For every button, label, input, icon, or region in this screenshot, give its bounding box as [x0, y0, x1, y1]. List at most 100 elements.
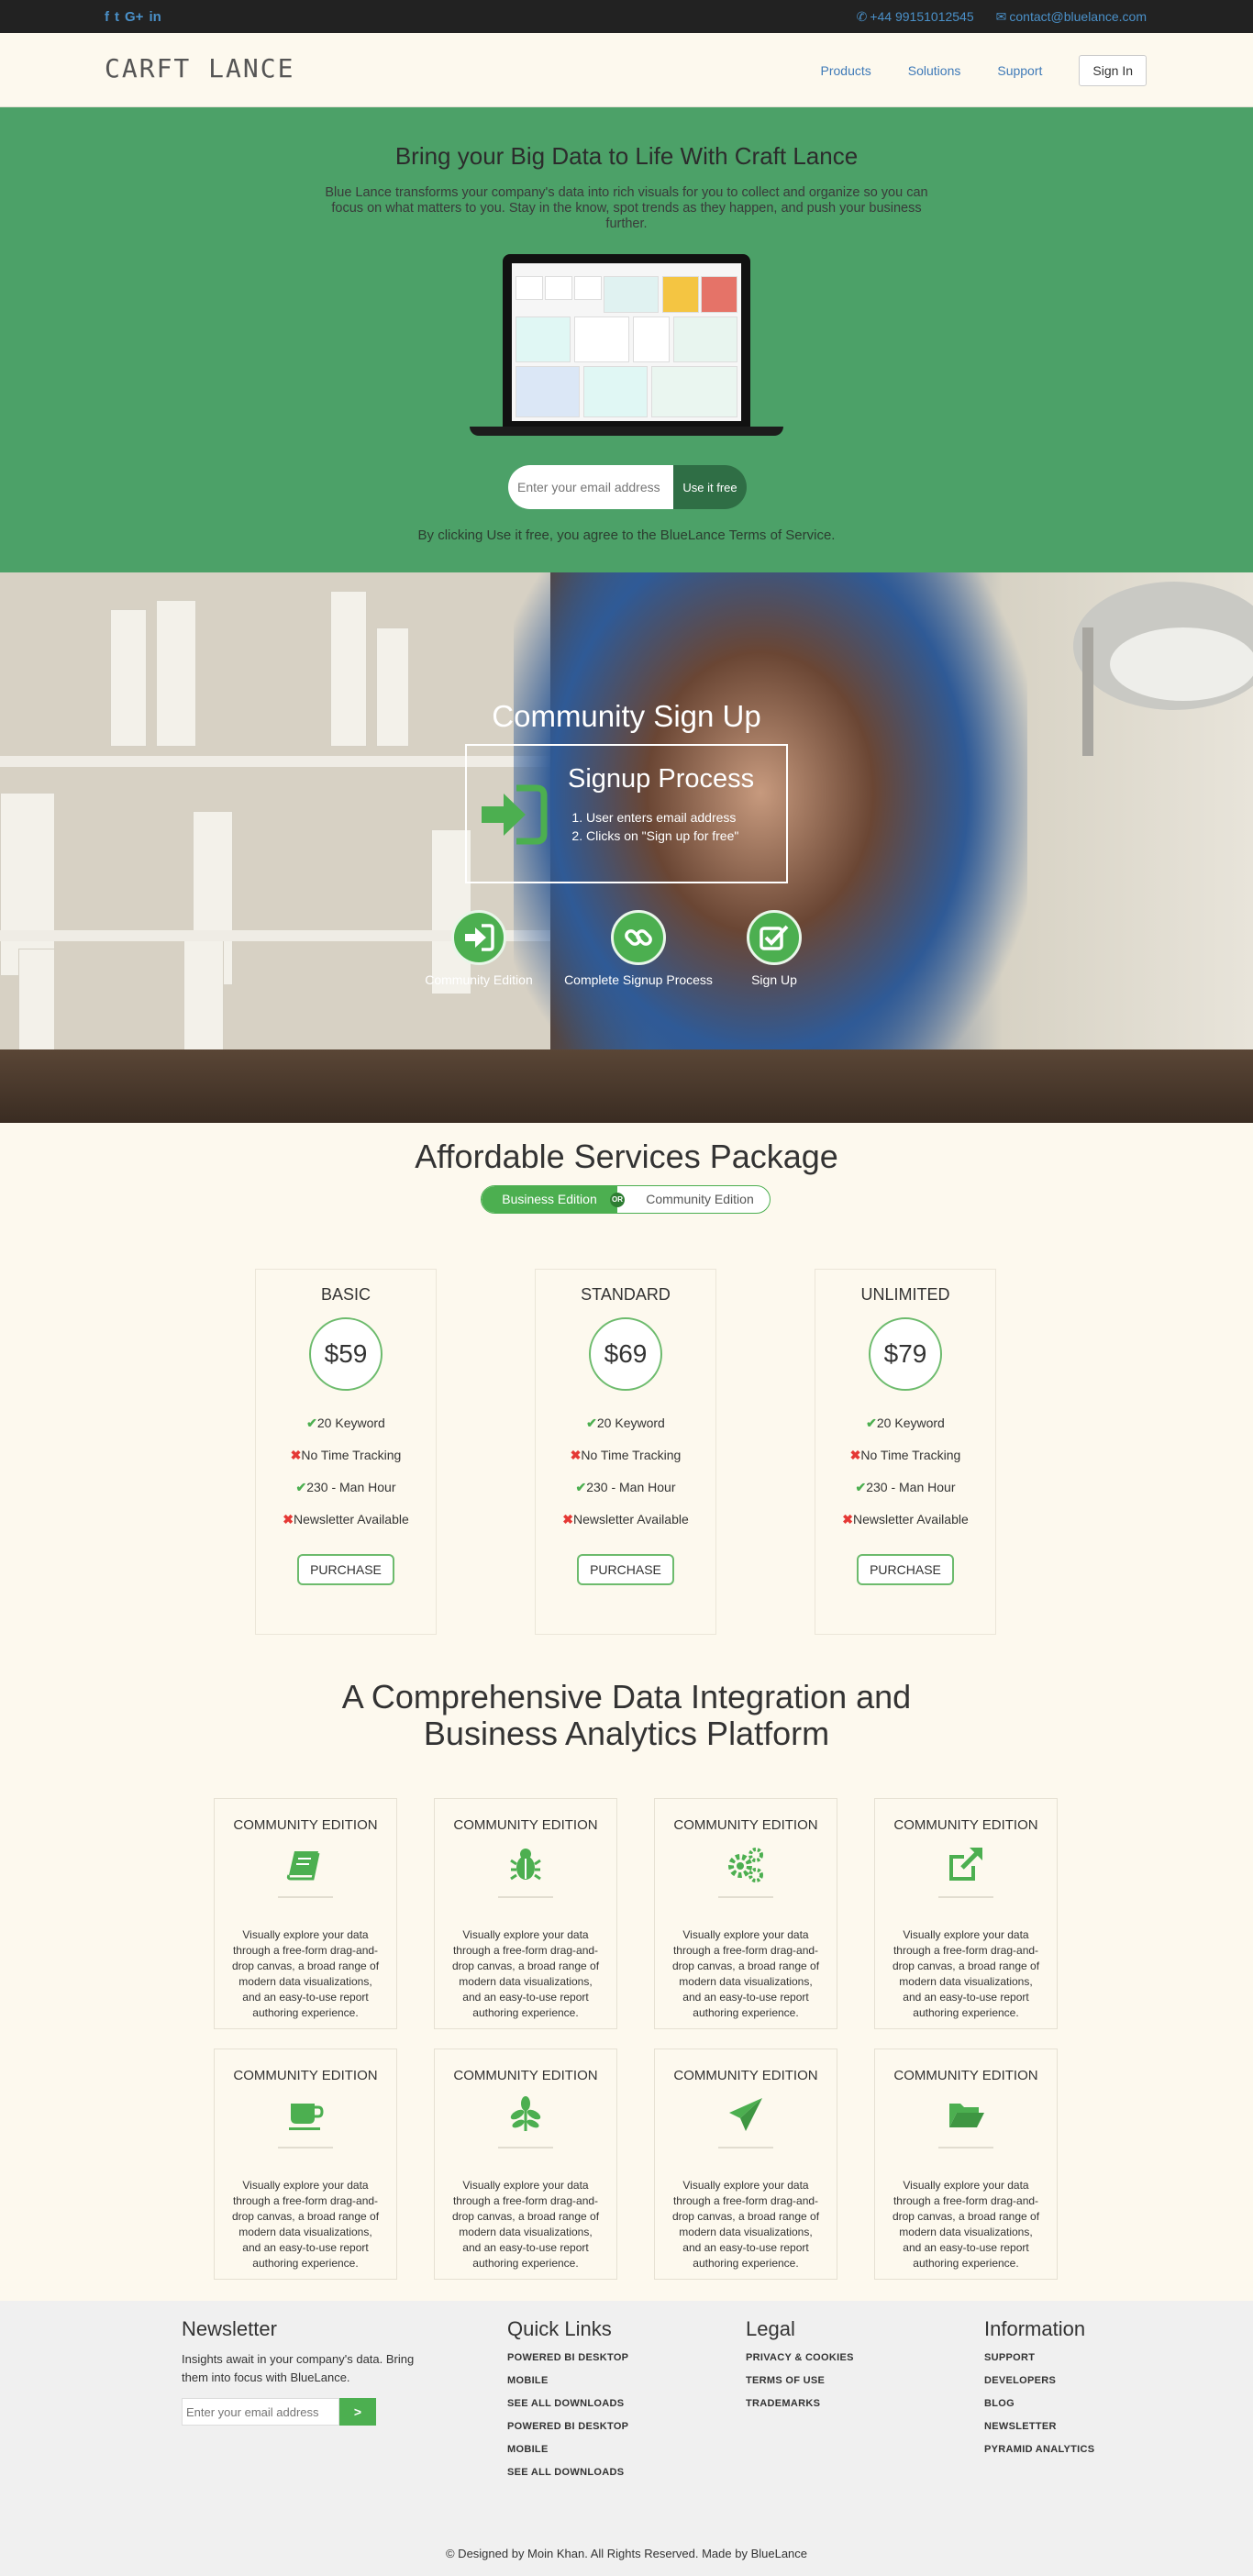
newsletter-form: >: [182, 2398, 420, 2426]
plan-price: $69: [589, 1317, 662, 1391]
toggle-or-badge: OR: [610, 1193, 625, 1207]
laptop-screen: [503, 254, 750, 428]
circle-complete-signup[interactable]: Complete Signup Process: [556, 910, 721, 987]
use-it-free-button[interactable]: Use it free: [673, 465, 747, 509]
check-icon: ✔: [306, 1416, 317, 1430]
hero-signup-form: Use it free: [508, 465, 747, 509]
feature-item: ✖Newsletter Available: [562, 1512, 689, 1527]
community-title: Community Sign Up: [492, 699, 761, 733]
plan-features: ✔20 Keyword ✖No Time Tracking ✔230 - Man…: [256, 1407, 436, 1536]
footer-information: Information SUPPORT DEVELOPERS BLOG NEWS…: [984, 2317, 1094, 2467]
copyright-text: © Designed by Moin Khan. All Rights Rese…: [445, 2547, 808, 2560]
hero-lead: Blue Lance transforms your company's dat…: [325, 185, 928, 231]
feature-card: COMMUNITY EDITION Visually explore your …: [214, 1798, 397, 2029]
check-icon: ✔: [295, 1480, 307, 1494]
nav-link-products[interactable]: Products: [821, 63, 871, 78]
purchase-button[interactable]: PURCHASE: [857, 1554, 954, 1585]
feature-item: ✖Newsletter Available: [842, 1512, 969, 1527]
newsletter-email-input[interactable]: [182, 2398, 339, 2426]
check-icon: ✔: [866, 1416, 877, 1430]
feature-card-text: Visually explore your data through a fre…: [671, 2179, 820, 2270]
signup-step: Clicks on "Sign up for free": [586, 827, 738, 845]
footer-link[interactable]: PRIVACY & COOKIES: [746, 2352, 854, 2375]
community-edition-tab[interactable]: Community Edition: [628, 1186, 770, 1213]
feature-item: ✖No Time Tracking: [290, 1448, 402, 1462]
desk-surface: [0, 1049, 1253, 1123]
divider: [938, 1896, 993, 1898]
footer-link[interactable]: MOBILE: [507, 2444, 628, 2467]
footer-link[interactable]: PYRAMID ANALYTICS: [984, 2444, 1094, 2467]
feature-card-title: COMMUNITY EDITION: [673, 1817, 818, 1833]
envelope-icon: ✉: [995, 9, 1007, 24]
footer-link[interactable]: SEE ALL DOWNLOADS: [507, 2398, 628, 2421]
footer-link[interactable]: TRADEMARKS: [746, 2398, 854, 2421]
feature-card-text: Visually explore your data through a fre…: [451, 2179, 600, 2270]
phone-link[interactable]: ✆ +44 99151012545: [857, 9, 974, 25]
check-icon: ✔: [575, 1480, 587, 1494]
purchase-button[interactable]: PURCHASE: [577, 1554, 674, 1585]
divider: [498, 2147, 553, 2149]
check-icon: ✔: [855, 1480, 867, 1494]
footer-link[interactable]: SEE ALL DOWNLOADS: [507, 2467, 628, 2490]
navbar: CARFT LANCE Products Solutions Support S…: [0, 33, 1253, 107]
sign-in-button[interactable]: Sign In: [1079, 55, 1147, 86]
circle-community-edition[interactable]: Community Edition: [415, 910, 543, 987]
email-address: contact@bluelance.com: [1009, 9, 1147, 24]
footer-link[interactable]: POWERED BI DESKTOP: [507, 2352, 628, 2375]
dashboard-preview: [512, 263, 741, 421]
feature-card-text: Visually explore your data through a fre…: [892, 1928, 1040, 2019]
footer-legal: Legal PRIVACY & COOKIES TERMS OF USE TRA…: [746, 2317, 854, 2421]
footer-link[interactable]: NEWSLETTER: [984, 2421, 1094, 2444]
feature-card: COMMUNITY EDITION Visually explore your …: [654, 1798, 837, 2029]
plan-price: $79: [869, 1317, 942, 1391]
feature-item: ✖Newsletter Available: [283, 1512, 409, 1527]
email-link[interactable]: ✉ contact@bluelance.com: [996, 9, 1147, 25]
footer-link[interactable]: BLOG: [984, 2398, 1094, 2421]
feature-card: COMMUNITY EDITION Visually explore your …: [874, 1798, 1058, 2029]
divider: [718, 1896, 773, 1898]
newsletter-submit-button[interactable]: >: [339, 2398, 376, 2426]
footer-link[interactable]: TERMS OF USE: [746, 2375, 854, 2398]
circle-caption: Sign Up: [751, 972, 797, 987]
feature-card-title: COMMUNITY EDITION: [233, 2068, 378, 2083]
circle-sign-up[interactable]: Sign Up: [728, 910, 820, 987]
signup-steps: User enters email address Clicks on "Sig…: [586, 808, 738, 845]
pricing-title: Affordable Services Package: [415, 1138, 838, 1175]
facebook-icon[interactable]: f: [105, 9, 109, 25]
platform-title: A Comprehensive Data Integration and Bus…: [341, 1678, 912, 1752]
hero-email-input[interactable]: [508, 465, 673, 509]
feature-card-title: COMMUNITY EDITION: [453, 2068, 598, 2083]
signup-process-box: Signup Process User enters email address…: [465, 744, 788, 883]
cross-icon: ✖: [570, 1448, 582, 1462]
linkedin-icon[interactable]: in: [149, 9, 161, 25]
nav-link-support[interactable]: Support: [997, 63, 1042, 78]
signup-process-title: Signup Process: [568, 764, 755, 794]
plan-name: STANDARD: [581, 1285, 671, 1304]
feature-card: COMMUNITY EDITION Visually explore your …: [214, 2049, 397, 2280]
check-icon: ✔: [586, 1416, 597, 1430]
footer-link[interactable]: MOBILE: [507, 2375, 628, 2398]
divider: [498, 1896, 553, 1898]
plan-card-basic: BASIC $59 ✔20 Keyword ✖No Time Tracking …: [255, 1269, 437, 1635]
signup-step: User enters email address: [586, 808, 738, 827]
footer-heading: Legal: [746, 2317, 795, 2340]
business-edition-tab[interactable]: Business Edition: [482, 1186, 617, 1213]
plan-price: $59: [309, 1317, 383, 1391]
purchase-button[interactable]: PURCHASE: [297, 1554, 394, 1585]
external-link-icon: [949, 1848, 982, 1881]
brand-logo[interactable]: CARFT LANCE: [105, 53, 294, 83]
feature-item: ✖No Time Tracking: [570, 1448, 682, 1462]
footer-heading: Information: [984, 2317, 1086, 2340]
nav-link-solutions[interactable]: Solutions: [908, 63, 961, 78]
feature-item: ✖No Time Tracking: [849, 1448, 961, 1462]
footer-link[interactable]: SUPPORT: [984, 2352, 1094, 2375]
google-plus-icon[interactable]: G+: [125, 9, 143, 25]
check-square-icon: [747, 910, 802, 965]
footer-heading: Newsletter: [182, 2317, 277, 2340]
footer-link[interactable]: POWERED BI DESKTOP: [507, 2421, 628, 2444]
footer-link[interactable]: DEVELOPERS: [984, 2375, 1094, 2398]
sign-in-icon: [451, 910, 506, 965]
twitter-icon[interactable]: t: [115, 9, 119, 25]
divider: [278, 1896, 333, 1898]
laptop-image: [470, 254, 783, 438]
